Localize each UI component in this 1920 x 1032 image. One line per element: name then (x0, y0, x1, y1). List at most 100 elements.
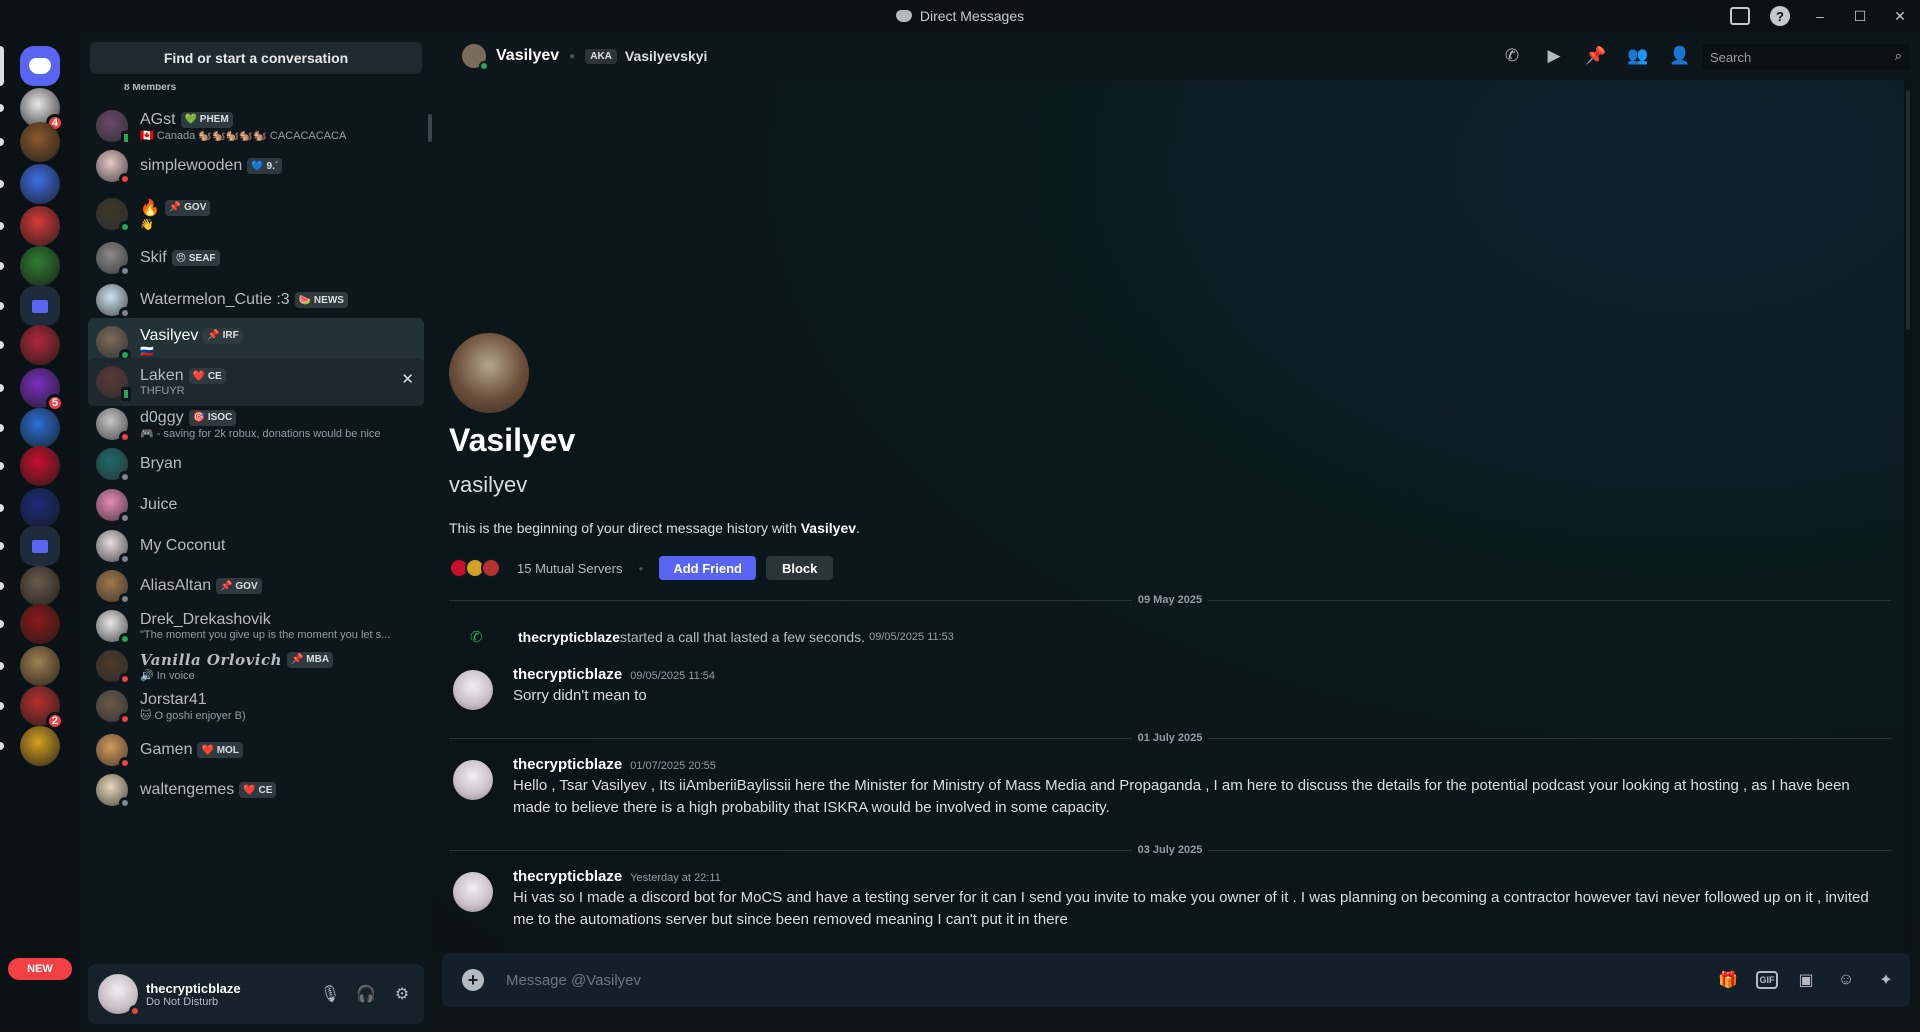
dm-name: Jorstar41 (140, 690, 207, 708)
inbox-icon[interactable] (1730, 7, 1750, 25)
mutual-server-icons[interactable] (449, 558, 501, 578)
server-tag: 📌 GOV (164, 199, 211, 216)
message-author[interactable]: thecrypticblaze (513, 868, 622, 885)
dm-item[interactable]: simplewooden 💙 9.´ (88, 142, 424, 190)
window-title: Direct Messages (895, 8, 1024, 24)
server-icon[interactable] (20, 206, 60, 246)
sticker-icon[interactable]: ▣ (1794, 968, 1818, 992)
gif-icon[interactable]: GIF (1756, 971, 1778, 989)
server-icon[interactable] (20, 164, 60, 204)
server-icon[interactable] (20, 408, 60, 448)
mutual-servers-link[interactable]: 15 Mutual Servers (517, 561, 623, 576)
headset-icon[interactable]: 🎧 (350, 978, 382, 1010)
date-divider: 01 July 2025 (449, 731, 1891, 745)
dm-name: AGst (140, 110, 176, 128)
avatar (96, 570, 131, 605)
server-icon[interactable] (20, 325, 60, 365)
header-name[interactable]: Vasilyev (496, 47, 559, 65)
dm-item[interactable]: 🔥 📌 GOV 👋 (88, 190, 424, 238)
upload-plus-icon[interactable]: + (462, 969, 484, 991)
server-indicator (0, 104, 4, 112)
dm-item[interactable]: Skif 😠 SEAF (88, 234, 424, 282)
dm-name: Juice (140, 496, 178, 513)
new-unreads-pill[interactable]: NEW (8, 958, 72, 980)
voice-call-icon[interactable]: ✆ (1500, 44, 1524, 68)
server-indicator (0, 620, 4, 628)
server-rail: 4 5 2 NEW (0, 32, 80, 1032)
server-icon[interactable] (20, 646, 60, 686)
server-tag: ❤️ CE (239, 782, 277, 798)
search-input[interactable]: Search ⌕ (1702, 44, 1910, 70)
intro-username: vasilyev (449, 472, 528, 497)
status-indicator (119, 173, 131, 185)
server-tag: 💙 9.´ (247, 158, 283, 174)
find-conversation-button[interactable]: Find or start a conversation (90, 42, 422, 74)
dm-name: Gamen (140, 741, 193, 758)
minimize-button[interactable]: – (1800, 0, 1840, 32)
apps-icon[interactable]: ✦ (1874, 968, 1898, 992)
avatar (96, 530, 131, 565)
server-icon[interactable] (20, 604, 60, 644)
dm-item[interactable]: Jorstar41 🐱 O goshi enjoyer B) (88, 682, 424, 730)
pinned-messages-icon[interactable]: 📌 (1584, 44, 1608, 68)
server-indicator (0, 424, 4, 432)
call-author[interactable]: thecrypticblaze (518, 629, 620, 645)
server-icon[interactable] (20, 446, 60, 486)
dm-name: My Coconut (140, 537, 226, 554)
user-profile-icon[interactable]: 👤 (1668, 44, 1692, 68)
message-avatar[interactable] (453, 760, 493, 800)
server-icon[interactable] (20, 246, 60, 286)
server-icon[interactable]: 2 (20, 686, 64, 730)
message-content: Sorry didn't mean to (513, 687, 647, 704)
dm-name: Vasilyev (140, 326, 199, 344)
message-timestamp: 01/07/2025 20:55 (630, 760, 716, 772)
settings-gear-icon[interactable]: ⚙ (386, 978, 418, 1010)
dm-item[interactable]: Watermelon_Cutie :3 🍉 NEWS (88, 276, 424, 324)
help-icon[interactable]: ? (1770, 6, 1790, 26)
dm-name: Drek_Drekashovik (140, 611, 271, 628)
dm-custom-status: 🎮 - saving for 2k robux, donations would… (140, 427, 381, 440)
server-folder[interactable] (20, 286, 60, 326)
home-button[interactable] (20, 46, 60, 86)
dm-item[interactable]: waltengemes ❤️ CE (88, 766, 424, 814)
avatar (96, 284, 131, 319)
server-icon[interactable] (20, 122, 60, 162)
avatar (96, 774, 131, 809)
server-folder[interactable] (20, 526, 60, 566)
user-avatar[interactable] (98, 974, 141, 1017)
message-avatar[interactable] (453, 670, 493, 710)
message-timestamp: Yesterday at 22:11 (630, 872, 721, 884)
avatar (96, 366, 131, 401)
status-indicator (121, 387, 131, 401)
message-input[interactable]: Message @Vasilyev (506, 972, 641, 989)
close-dm-icon[interactable]: ✕ (401, 370, 414, 388)
folder-icon (32, 539, 48, 553)
message-author[interactable]: thecrypticblaze (513, 666, 622, 683)
maximize-button[interactable]: ☐ (1840, 0, 1880, 32)
server-icon[interactable]: 5 (20, 368, 64, 412)
microphone-icon[interactable]: 🎙 (314, 978, 346, 1010)
server-indicator (0, 302, 4, 310)
intro-avatar[interactable] (449, 333, 529, 413)
emoji-icon[interactable]: ☺ (1834, 968, 1858, 992)
message-author[interactable]: thecrypticblaze (513, 756, 622, 773)
status-indicator (119, 797, 131, 809)
server-tag: 💚 PHEM (180, 111, 233, 128)
chat-scrollbar[interactable] (1904, 80, 1912, 950)
title-bar: Direct Messages ? – ☐ ✕ (0, 0, 1920, 32)
close-button[interactable]: ✕ (1880, 0, 1920, 32)
server-indicator (0, 742, 4, 750)
add-friends-to-dm-icon[interactable]: 👥 (1626, 44, 1650, 68)
block-button[interactable]: Block (765, 556, 834, 580)
server-indicator (0, 702, 4, 710)
video-call-icon[interactable]: ▶ (1542, 44, 1566, 68)
server-icon[interactable] (20, 488, 60, 528)
dm-name: Watermelon_Cutie :3 (140, 291, 290, 308)
message-avatar[interactable] (453, 872, 493, 912)
user-status-indicator (129, 1005, 141, 1017)
dm-item[interactable]: Laken ❤️ CE THFUYR ✕ (88, 358, 424, 406)
add-friend-button[interactable]: Add Friend (659, 556, 756, 580)
server-icon[interactable] (20, 566, 60, 606)
server-icon[interactable] (20, 726, 60, 766)
gift-icon[interactable]: 🎁 (1716, 968, 1740, 992)
